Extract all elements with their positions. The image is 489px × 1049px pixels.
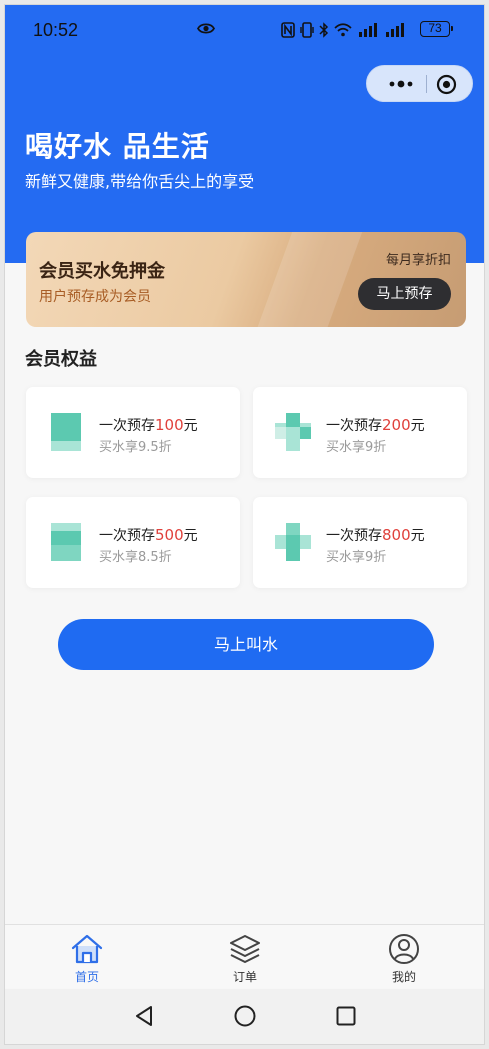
status-time: 10:52 (33, 20, 79, 40)
deposit-icon (51, 523, 81, 561)
deposit-icon (275, 413, 311, 451)
bluetooth-icon (319, 22, 329, 38)
tab-label: 我的 (391, 970, 416, 984)
benefit-amount-line: 一次预存200元 (326, 416, 425, 434)
home-icon (71, 934, 103, 964)
benefit-amount: 500 (155, 526, 184, 544)
recents-icon[interactable] (336, 1006, 356, 1026)
more-dots-icon (389, 80, 413, 87)
system-navigation-bar (5, 989, 484, 1044)
tab-home[interactable]: 首页 (47, 925, 127, 989)
capsule-divider (426, 75, 427, 93)
benefit-discount: 买水享8.5折 (99, 550, 172, 565)
benefit-discount: 买水享9.5折 (99, 440, 172, 455)
wifi-icon (334, 23, 352, 37)
tab-bar: 首页 订单 我的 (5, 924, 484, 988)
benefit-card[interactable]: 一次预存800元 买水享9折 (253, 497, 467, 588)
battery-icon: 73 (420, 21, 453, 37)
hero-title: 喝好水 品生活 (25, 130, 210, 163)
benefit-amount: 100 (155, 416, 184, 434)
benefit-card[interactable]: 一次预存100元 买水享9.5折 (26, 387, 240, 478)
tab-profile[interactable]: 我的 (364, 925, 444, 989)
status-bar: 10:52 73 (5, 5, 484, 53)
more-button[interactable] (379, 66, 423, 101)
benefit-discount: 买水享9折 (326, 440, 387, 455)
status-icons (281, 22, 406, 38)
order-water-button[interactable]: 马上叫水 (58, 619, 434, 670)
benefit-card[interactable]: 一次预存200元 买水享9折 (253, 387, 467, 478)
home-circle-icon[interactable] (234, 1005, 256, 1027)
miniprogram-capsule (366, 65, 473, 102)
benefits-title: 会员权益 (25, 349, 97, 370)
banner-note: 每月享折扣 (386, 253, 452, 268)
benefit-amount: 800 (382, 526, 411, 544)
tab-label: 首页 (74, 970, 99, 984)
back-icon[interactable] (133, 1005, 155, 1027)
hero-subtitle: 新鲜又健康,带给你舌尖上的享受 (25, 172, 255, 191)
banner-subtitle: 用户预存成为会员 (39, 289, 151, 305)
signal-icon (386, 23, 404, 37)
benefit-amount-line: 一次预存500元 (99, 526, 198, 544)
deposit-icon (275, 523, 311, 561)
signal-icon (359, 23, 377, 37)
eye-icon (197, 23, 215, 34)
benefit-discount: 买水享9折 (326, 550, 387, 565)
benefit-amount-line: 一次预存100元 (99, 416, 198, 434)
vibrate-icon (300, 22, 314, 38)
layers-icon (230, 935, 260, 963)
benefit-amount: 200 (382, 416, 411, 434)
tab-orders[interactable]: 订单 (205, 925, 285, 989)
deposit-now-button[interactable]: 马上预存 (358, 278, 451, 310)
benefit-card[interactable]: 一次预存500元 买水享8.5折 (26, 497, 240, 588)
user-icon (389, 934, 419, 964)
benefit-amount-line: 一次预存800元 (326, 526, 425, 544)
nfc-icon (281, 22, 295, 38)
phone-screen: 10:52 73 喝好水 品生活 新鲜又健康,带给你舌尖上的享受 会员买水免押金… (4, 4, 485, 1045)
deposit-icon (51, 413, 81, 451)
tab-label: 订单 (232, 970, 257, 984)
close-target-icon[interactable] (436, 74, 457, 95)
membership-banner[interactable]: 会员买水免押金 用户预存成为会员 每月享折扣 马上预存 (26, 232, 466, 327)
banner-title: 会员买水免押金 (39, 261, 165, 282)
